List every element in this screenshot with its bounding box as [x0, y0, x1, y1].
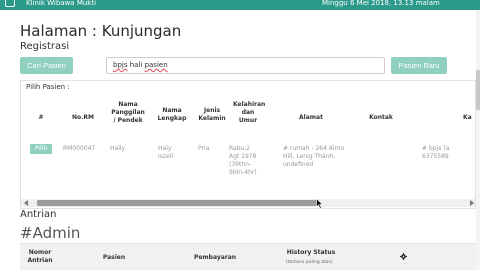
queue-room-title: #Admin	[20, 224, 81, 242]
cell-nama-lengkap: Haly Iszell	[158, 145, 174, 160]
app-name: Klinik Wibawa Mukti	[26, 0, 97, 7]
patient-table-panel: Pilih Pasien : # No.RM Nama Panggilan / …	[20, 80, 476, 209]
column-header: Kontak	[369, 114, 393, 121]
search-word: bpjs	[113, 61, 128, 69]
search-word: hali	[129, 61, 143, 69]
column-header: Ka	[463, 114, 472, 121]
new-patient-button[interactable]: Pasien Baru	[391, 57, 447, 74]
column-header: Pasien	[102, 254, 126, 261]
cell-jenis-kelamin: Pria	[198, 145, 210, 152]
page-scrollbar[interactable]	[476, 10, 480, 270]
horizontal-scrollbar[interactable]	[21, 199, 475, 207]
cell-kelahiran: Rabu,2 Agt 1978 (39thn-9bln-4hr)	[229, 145, 257, 176]
cell-no-rm: RM000047	[63, 145, 96, 152]
search-input[interactable]: bpjs hali pasien	[106, 57, 385, 74]
gear-icon[interactable]	[400, 253, 407, 260]
page-scrollbar-thumb[interactable]	[476, 70, 480, 110]
column-header: No.RM	[71, 114, 94, 121]
column-header: Pembayaran	[193, 254, 237, 261]
page-title: Halaman : Kunjungan	[20, 22, 182, 40]
mouse-cursor-icon	[316, 198, 323, 209]
scroll-left-icon[interactable]	[24, 200, 28, 206]
section-antrian: Antrian	[20, 209, 57, 220]
clinic-logo-icon	[5, 0, 15, 7]
table-caption: Pilih Pasien :	[26, 83, 70, 91]
queue-table-header: Nomor Antrian Pasien Pembayaran History …	[20, 243, 476, 270]
column-header: Nama Lengkap	[157, 107, 187, 122]
column-header: History Status	[286, 249, 336, 256]
search-patient-button[interactable]: Cari Pasien	[20, 57, 73, 74]
column-header: Kelahiran dan Umur	[233, 101, 266, 124]
scroll-right-icon[interactable]	[470, 200, 474, 206]
cell-nama-panggilan: Hally	[110, 145, 126, 152]
history-subtitle: (terbaru paling atas)	[286, 260, 333, 265]
column-header: Alamat	[299, 114, 323, 121]
column-header: #	[38, 114, 44, 121]
scrollbar-thumb[interactable]	[37, 200, 319, 206]
select-patient-button[interactable]: Pilih	[30, 144, 52, 154]
search-word: pasien	[144, 61, 168, 69]
section-registrasi: Registrasi	[20, 41, 70, 52]
datetime: Minggu 6 Mei 2018, 13.13 malam	[322, 0, 440, 7]
cell-ka: # bpjs (a 6375589	[422, 145, 450, 160]
cell-alamat: # rumah : 264 Almo Hill, Lenig Thành, un…	[283, 145, 345, 168]
column-header: Jenis Kelamin	[198, 107, 226, 122]
column-header: Nama Panggilan / Pendek	[111, 101, 145, 124]
column-header: Nomor Antrian	[27, 249, 53, 264]
top-bar: Klinik Wibawa Mukti Minggu 6 Mei 2018, 1…	[0, 0, 480, 10]
